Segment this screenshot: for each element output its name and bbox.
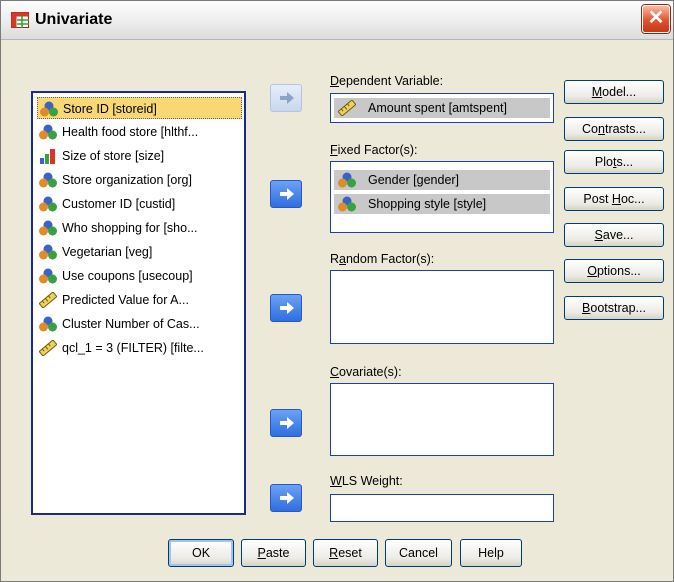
variable-label: Predicted Value for A...	[62, 293, 189, 307]
close-icon: ✕	[647, 7, 665, 29]
dependent-variable-item[interactable]: Amount spent [amtspent]	[334, 98, 550, 118]
window-title: Univariate	[35, 11, 113, 28]
random-factors-list[interactable]	[330, 270, 554, 344]
nominal-icon	[40, 101, 58, 117]
variable-list-item[interactable]: Store organization [org]	[37, 169, 242, 191]
variable-list-item[interactable]: Vegetarian [veg]	[37, 241, 242, 263]
fixed-factor-item[interactable]: Gender [gender]	[334, 170, 550, 190]
plots-button[interactable]: Plots...	[564, 150, 664, 174]
variable-label: Vegetarian [veg]	[62, 245, 153, 259]
scale-ruler-icon	[38, 291, 58, 309]
nominal-icon	[338, 172, 356, 188]
arrow-right-icon	[280, 492, 294, 504]
source-variable-list[interactable]: Store ID [storeid] Health food store [hlt…	[31, 91, 246, 515]
univariate-dialog: Univariate ✕ Store ID [storeid] Health fo…	[0, 0, 674, 582]
covariates-label: Covariate(s):	[330, 365, 402, 379]
nominal-icon	[39, 196, 57, 212]
variable-list-item[interactable]: Cluster Number of Cas...	[37, 313, 242, 335]
variable-label: qcl_1 = 3 (FILTER) [filte...	[62, 341, 204, 355]
dependent-variable-value: Amount spent [amtspent]	[368, 101, 507, 115]
dependent-variable-label: Dependent Variable:	[330, 74, 444, 88]
fixed-factors-list[interactable]: Gender [gender] Shopping style [style]	[330, 161, 554, 233]
help-button[interactable]: Help	[460, 539, 522, 567]
bootstrap-button[interactable]: Bootstrap...	[564, 296, 664, 320]
variable-label: Store organization [org]	[62, 173, 192, 187]
fixed-factor-item[interactable]: Shopping style [style]	[334, 194, 550, 214]
scale-ruler-icon	[38, 339, 58, 357]
wls-weight-label: WLS Weight:	[330, 474, 403, 488]
ok-button[interactable]: OK	[168, 539, 234, 567]
save-button[interactable]: Save...	[564, 223, 664, 247]
move-to-random-factor-button[interactable]	[270, 294, 302, 322]
reset-button[interactable]: Reset	[313, 539, 378, 567]
nominal-icon	[39, 124, 57, 140]
variable-list-item[interactable]: Size of store [size]	[37, 145, 242, 167]
arrow-right-icon	[280, 417, 294, 429]
variable-list-item[interactable]: qcl_1 = 3 (FILTER) [filte...	[37, 337, 242, 359]
arrow-right-icon	[280, 92, 294, 104]
fixed-factors-label: Fixed Factor(s):	[330, 143, 418, 157]
nominal-icon	[39, 172, 57, 188]
nominal-icon	[338, 196, 356, 212]
variable-list-item[interactable]: Use coupons [usecoup]	[37, 265, 242, 287]
variable-label: Cluster Number of Cas...	[62, 317, 200, 331]
post-hoc-button[interactable]: Post Hoc...	[564, 187, 664, 211]
covariates-list[interactable]	[330, 383, 554, 456]
nominal-icon	[39, 244, 57, 260]
title-bar[interactable]: Univariate ✕	[1, 1, 673, 40]
random-factors-label: Random Factor(s):	[330, 252, 435, 266]
variable-label: Use coupons [usecoup]	[62, 269, 193, 283]
nominal-icon	[39, 220, 57, 236]
variable-label: Store ID [storeid]	[63, 102, 157, 116]
model-button[interactable]: Model...	[564, 80, 664, 104]
variable-label: Health food store [hlthf...	[62, 125, 199, 139]
ordinal-icon	[39, 148, 57, 164]
dependent-variable-field[interactable]: Amount spent [amtspent]	[330, 93, 554, 123]
variable-list-item[interactable]: Health food store [hlthf...	[37, 121, 242, 143]
variable-list-item[interactable]: Who shopping for [sho...	[37, 217, 242, 239]
arrow-right-icon	[280, 188, 294, 200]
variable-label: Size of store [size]	[62, 149, 165, 163]
move-to-covariate-button[interactable]	[270, 409, 302, 437]
nominal-icon	[39, 268, 57, 284]
grid-app-icon	[11, 12, 29, 28]
move-to-wls-weight-button[interactable]	[270, 484, 302, 512]
wls-weight-field[interactable]	[330, 494, 554, 522]
move-to-dependent-button[interactable]	[270, 84, 302, 112]
variable-list-item[interactable]: Predicted Value for A...	[37, 289, 242, 311]
variable-list-item[interactable]: Customer ID [custid]	[37, 193, 242, 215]
arrow-right-icon	[280, 302, 294, 314]
variable-label: Customer ID [custid]	[62, 197, 176, 211]
scale-ruler-icon	[337, 99, 357, 117]
variable-label: Who shopping for [sho...	[62, 221, 198, 235]
move-to-fixed-factor-button[interactable]	[270, 180, 302, 208]
nominal-icon	[39, 316, 57, 332]
cancel-button[interactable]: Cancel	[385, 539, 452, 567]
close-button[interactable]: ✕	[642, 5, 670, 33]
contrasts-button[interactable]: Contrasts...	[564, 117, 664, 141]
options-button[interactable]: Options...	[564, 259, 664, 283]
paste-button[interactable]: Paste	[241, 539, 306, 567]
variable-list-item[interactable]: Store ID [storeid]	[37, 97, 242, 119]
